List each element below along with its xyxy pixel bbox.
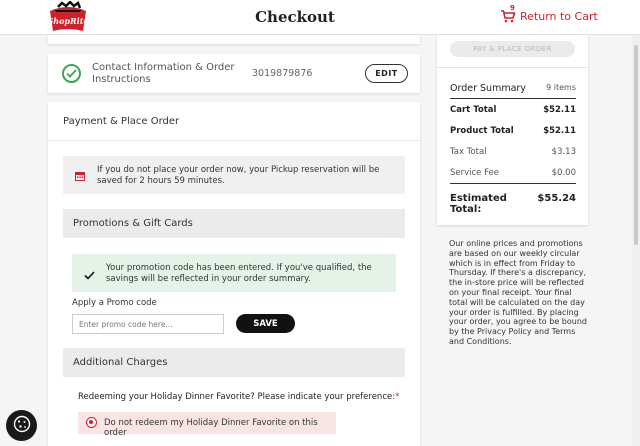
promo-success-text: Your promotion code has been entered. If… bbox=[106, 263, 372, 284]
save-button[interactable]: SAVE bbox=[236, 314, 295, 333]
order-summary-header: Order Summary 9 items bbox=[450, 83, 576, 94]
contact-info-card: Contact Information & Order Instructions… bbox=[48, 54, 420, 93]
summary-separator bbox=[450, 98, 576, 99]
edit-button[interactable]: EDIT bbox=[365, 64, 408, 83]
estimated-total-label: Estimated Total: bbox=[450, 193, 507, 215]
service-fee-value: $0.00 bbox=[551, 168, 576, 178]
reservation-notice-text: If you do not place your order now, your… bbox=[97, 165, 380, 186]
additional-charges-title: Additional Charges bbox=[73, 357, 168, 368]
tax-total-value: $3.13 bbox=[551, 147, 576, 157]
redeem-question: Redeeming your Holiday Dinner Favorite? … bbox=[78, 392, 399, 402]
return-to-cart-link[interactable]: 9 Return to Cart bbox=[500, 4, 598, 23]
product-total-value: $52.11 bbox=[543, 126, 576, 136]
summary-separator bbox=[450, 183, 576, 184]
cookie-settings-button[interactable] bbox=[6, 410, 37, 441]
product-total-label: Product Total bbox=[450, 126, 514, 136]
cart-total-label: Cart Total bbox=[450, 105, 497, 115]
divider bbox=[437, 67, 588, 68]
redeem-question-text: Redeeming your Holiday Dinner Favorite? … bbox=[78, 392, 396, 402]
reservation-notice: If you do not place your order now, your… bbox=[63, 156, 405, 194]
item-count: 9 items bbox=[546, 83, 576, 92]
order-summary-title: Order Summary bbox=[450, 83, 526, 94]
radio-selected-icon[interactable] bbox=[86, 417, 97, 428]
place-order-button[interactable]: PAY & PLACE ORDER bbox=[450, 41, 575, 57]
estimated-total-value: $55.24 bbox=[537, 193, 576, 204]
header: ShopRite Checkout 9 Return to Cart bbox=[0, 0, 640, 35]
promotions-title: Promotions & Gift Cards bbox=[73, 218, 193, 229]
page-scrollbar[interactable] bbox=[632, 35, 640, 446]
redeem-option-label: Do not redeem my Holiday Dinner Favorite… bbox=[104, 418, 318, 438]
cart-count-badge: 9 bbox=[510, 4, 515, 12]
promo-code-input[interactable] bbox=[72, 314, 224, 334]
promotions-header: Promotions & Gift Cards bbox=[63, 209, 405, 238]
previous-section-card bbox=[48, 35, 420, 44]
promo-code-label: Apply a Promo code bbox=[72, 298, 157, 308]
return-to-cart-label: Return to Cart bbox=[520, 9, 598, 23]
payment-title: Payment & Place Order bbox=[63, 116, 180, 127]
service-fee-row: Service Fee $0.00 bbox=[450, 168, 576, 178]
product-total-row: Product Total $52.11 bbox=[450, 126, 576, 136]
redeem-option[interactable]: Do not redeem my Holiday Dinner Favorite… bbox=[78, 412, 336, 438]
tax-total-label: Tax Total bbox=[450, 147, 487, 157]
estimated-total-row: Estimated Total: $55.24 bbox=[450, 193, 576, 215]
contact-phone: 3019879876 bbox=[252, 68, 313, 79]
tax-total-row: Tax Total $3.13 bbox=[450, 147, 576, 157]
scrollbar-thumb[interactable] bbox=[634, 45, 638, 245]
cart-icon: 9 bbox=[500, 4, 516, 23]
payment-card: Payment & Place Order If you do not plac… bbox=[48, 102, 420, 446]
pricing-disclaimer: Our online prices and promotions are bas… bbox=[449, 239, 587, 346]
check-circle-icon bbox=[62, 64, 81, 83]
order-summary-card: PAY & PLACE ORDER Order Summary 9 items … bbox=[437, 35, 588, 225]
checkmark-icon bbox=[84, 265, 95, 284]
cart-total-value: $52.11 bbox=[543, 105, 576, 115]
additional-charges-header: Additional Charges bbox=[63, 348, 405, 377]
required-mark: * bbox=[395, 392, 400, 402]
service-fee-label: Service Fee bbox=[450, 168, 499, 178]
cookie-icon bbox=[13, 415, 31, 437]
divider bbox=[48, 140, 420, 141]
calendar-icon bbox=[75, 166, 85, 181]
cart-total-row: Cart Total $52.11 bbox=[450, 105, 576, 115]
promo-success-message: Your promotion code has been entered. If… bbox=[72, 254, 396, 292]
contact-info-title: Contact Information & Order Instructions bbox=[92, 62, 235, 85]
